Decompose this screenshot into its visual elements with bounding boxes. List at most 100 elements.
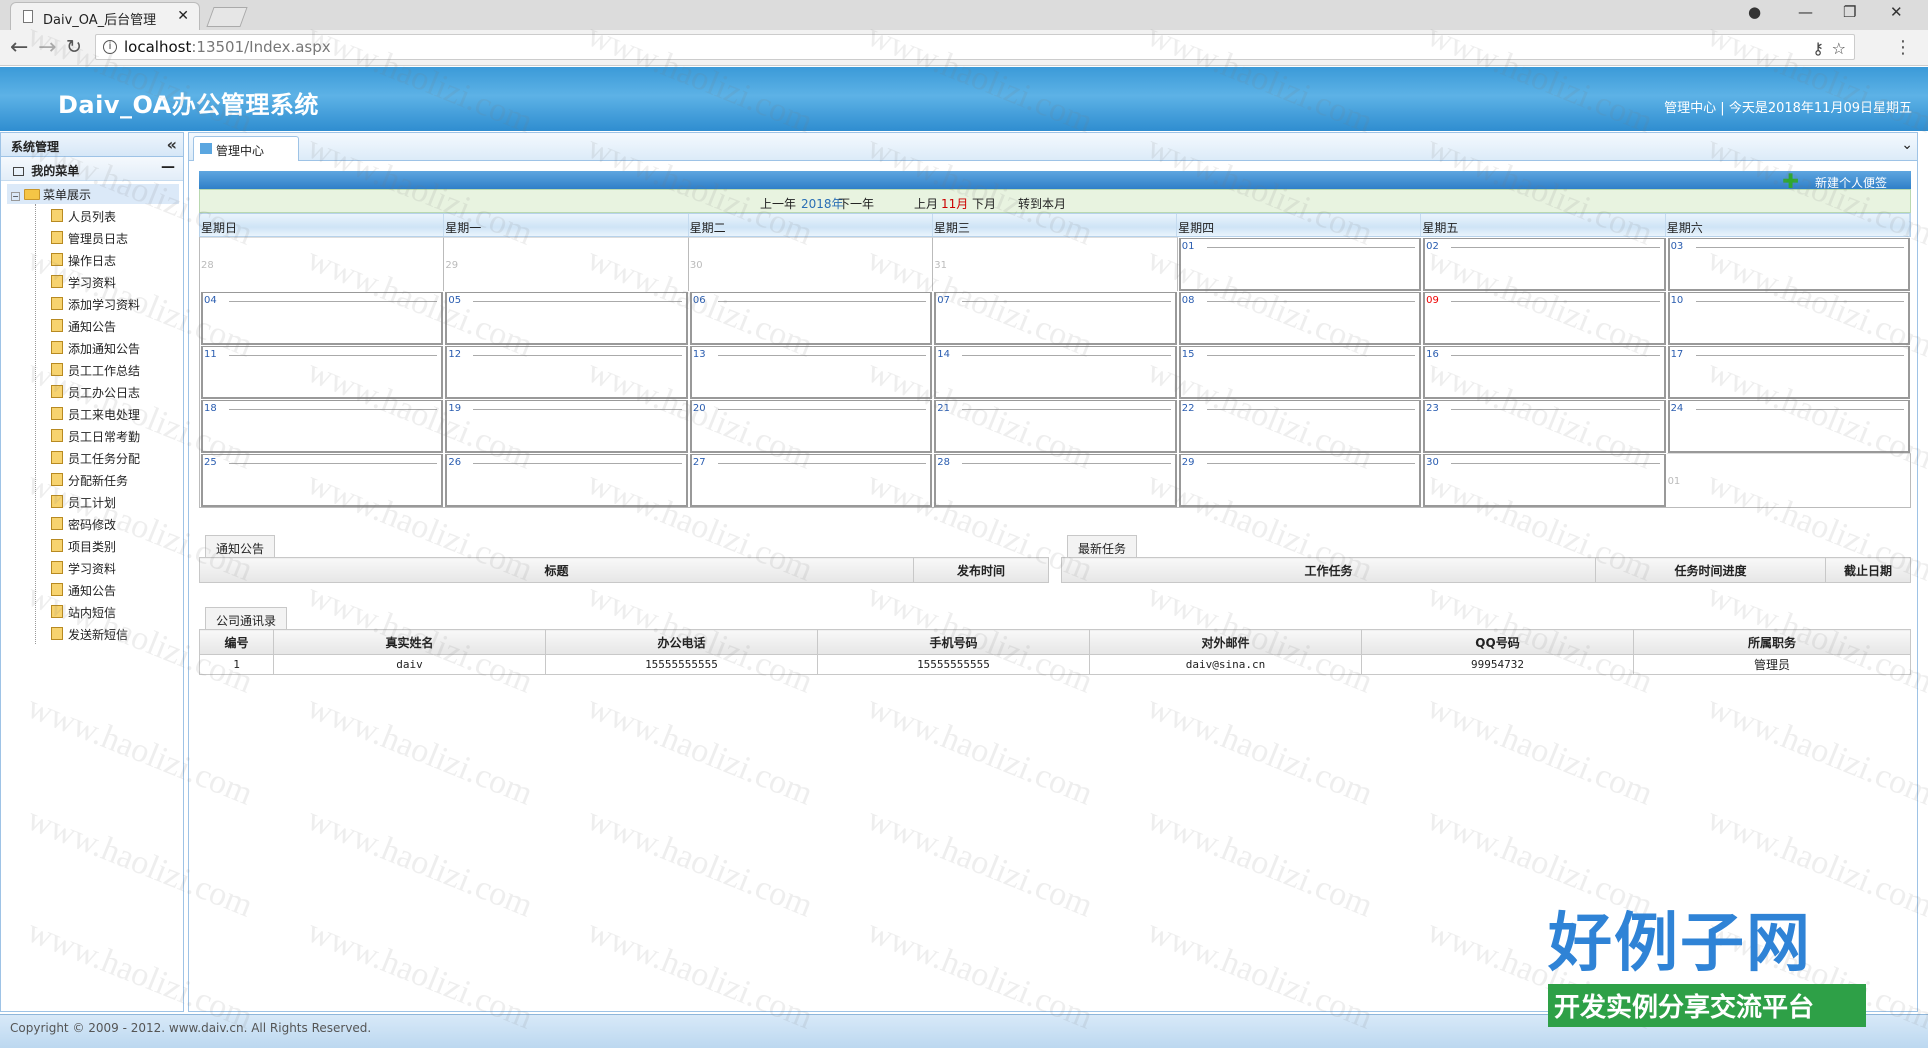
- prev-year-link[interactable]: 上一年: [760, 195, 796, 212]
- calendar-day-cell[interactable]: 20: [689, 400, 933, 453]
- calendar-day-cell[interactable]: 23: [1423, 400, 1666, 453]
- reload-icon[interactable]: ↻: [66, 36, 82, 58]
- star-icon[interactable]: ☆: [1832, 39, 1846, 58]
- forward-icon[interactable]: →: [38, 35, 56, 60]
- sidebar-item[interactable]: 员工计划: [36, 490, 183, 512]
- sidebar-item[interactable]: 分配新任务: [36, 468, 183, 490]
- document-icon: [51, 363, 63, 376]
- calendar-day-cell[interactable]: 30: [1423, 454, 1666, 507]
- calendar-day-cell[interactable]: 24: [1667, 400, 1910, 453]
- calendar-day-cell[interactable]: 13: [689, 346, 933, 399]
- calendar-day-cell[interactable]: 10: [1667, 292, 1910, 345]
- sidebar-item[interactable]: 添加学习资料: [36, 292, 183, 314]
- back-icon[interactable]: ←: [10, 35, 28, 60]
- sidebar-item[interactable]: 员工来电处理: [36, 402, 183, 424]
- day-divider: [473, 355, 682, 356]
- day-number: 24: [1670, 403, 1684, 414]
- calendar-day-cell[interactable]: 02: [1423, 238, 1666, 291]
- calendar-nav: 上一年 2018年 下一年 上月 11月 下月 转到本月: [199, 189, 1911, 213]
- close-tab-icon[interactable]: ✕: [177, 8, 189, 24]
- sidebar-item[interactable]: 通知公告: [36, 578, 183, 600]
- sidebar-item[interactable]: 学习资料: [36, 270, 183, 292]
- sidebar-item[interactable]: 项目类别: [36, 534, 183, 556]
- sidebar-item[interactable]: 学习资料: [36, 556, 183, 578]
- calendar-day-cell[interactable]: 29: [444, 237, 689, 291]
- calendar-day-cell[interactable]: 11: [201, 346, 444, 399]
- calendar-day-cell[interactable]: 04: [201, 292, 444, 345]
- menu-icon[interactable]: ⋮: [1894, 37, 1912, 58]
- document-icon: [51, 341, 63, 354]
- calendar-day-cell[interactable]: 03: [1667, 238, 1910, 291]
- brand-watermark-title: 好例子网: [1548, 907, 1812, 981]
- minimize-icon[interactable]: —: [1798, 3, 1813, 21]
- calendar-day-cell[interactable]: 05: [445, 292, 688, 345]
- goto-current-month-link[interactable]: 转到本月: [1018, 195, 1066, 212]
- document-icon: [51, 539, 63, 552]
- calendar-day-cell[interactable]: 27: [689, 454, 933, 507]
- calendar-day-cell[interactable]: 17: [1667, 346, 1910, 399]
- tree-expander-icon[interactable]: −: [11, 192, 20, 201]
- calendar-day-cell[interactable]: 26: [445, 454, 688, 507]
- calendar-day-cell[interactable]: 07: [934, 292, 1177, 345]
- calendar-day-cell[interactable]: 28: [934, 454, 1177, 507]
- chevron-down-icon[interactable]: ⌄: [1901, 137, 1913, 153]
- prev-month-link[interactable]: 上月: [914, 195, 938, 212]
- browser-tab[interactable]: Daiv_OA_后台管理 ✕: [10, 2, 200, 30]
- page-icon: [23, 10, 33, 23]
- calendar-day-cell[interactable]: 31: [933, 237, 1178, 291]
- notice-table: 标题 发布时间: [199, 557, 1049, 583]
- key-icon[interactable]: ⚷: [1812, 39, 1824, 58]
- contacts-col-id: 编号: [199, 629, 274, 655]
- day-number: 13: [692, 349, 706, 360]
- sidebar-item[interactable]: 员工任务分配: [36, 446, 183, 468]
- tab-latest-tasks[interactable]: 最新任务: [1067, 535, 1138, 557]
- calendar-day-cell[interactable]: 14: [934, 346, 1177, 399]
- info-icon[interactable]: i: [103, 40, 117, 54]
- sidebar-item[interactable]: 添加通知公告: [36, 336, 183, 358]
- tab-admin-center[interactable]: 管理中心: [193, 136, 299, 161]
- sidebar-item[interactable]: 员工办公日志: [36, 380, 183, 402]
- sidebar-item[interactable]: 发送新短信: [36, 622, 183, 644]
- sidebar-item[interactable]: 操作日志: [36, 248, 183, 270]
- url-input[interactable]: i localhost:13501/Index.aspx ⚷ ☆: [95, 34, 1855, 60]
- sidebar-item[interactable]: 员工日常考勤: [36, 424, 183, 446]
- sidebar-item[interactable]: 管理员日志: [36, 226, 183, 248]
- calendar-day-cell[interactable]: 21: [934, 400, 1177, 453]
- calendar-day-cell[interactable]: 06: [689, 292, 933, 345]
- calendar-day-cell[interactable]: 18: [201, 400, 444, 453]
- weekday-label: 星期三: [933, 214, 1178, 236]
- sidebar-item[interactable]: 通知公告: [36, 314, 183, 336]
- calendar-day-cell[interactable]: 30: [688, 237, 934, 291]
- tab-contacts[interactable]: 公司通讯录: [205, 607, 288, 629]
- new-tab-button[interactable]: [206, 7, 248, 27]
- collapse-sidebar-icon[interactable]: «: [167, 135, 177, 154]
- calendar-day-cell[interactable]: 19: [445, 400, 688, 453]
- account-icon[interactable]: ●: [1748, 3, 1761, 21]
- calendar-day-cell[interactable]: 29: [1178, 454, 1422, 507]
- sidebar-item[interactable]: 员工工作总结: [36, 358, 183, 380]
- next-month-link[interactable]: 下月: [972, 195, 996, 212]
- next-year-link[interactable]: 下一年: [838, 195, 874, 212]
- sidebar-item[interactable]: 人员列表: [36, 204, 183, 226]
- calendar-day-cell[interactable]: 09: [1423, 292, 1666, 345]
- day-number: 20: [692, 403, 706, 414]
- tab-admin-center-label: 管理中心: [216, 144, 265, 158]
- close-window-icon[interactable]: ✕: [1890, 3, 1903, 21]
- sidebar-item[interactable]: 密码修改: [36, 512, 183, 534]
- calendar-day-cell[interactable]: 12: [445, 346, 688, 399]
- tab-notice[interactable]: 通知公告: [205, 535, 276, 557]
- calendar-day-cell[interactable]: 16: [1423, 346, 1666, 399]
- calendar-day-cell[interactable]: 28: [200, 237, 445, 291]
- sidebar-section[interactable]: 我的菜单 —: [1, 157, 183, 181]
- calendar-day-cell[interactable]: 22: [1178, 400, 1422, 453]
- sidebar-item[interactable]: 站内短信: [36, 600, 183, 622]
- calendar-day-cell[interactable]: 25: [201, 454, 444, 507]
- calendar-day-cell[interactable]: 01: [1666, 453, 1911, 507]
- calendar-toolbar: ✚ 新建个人便签: [199, 169, 1911, 193]
- tree-root[interactable]: − 菜单展示: [7, 184, 179, 204]
- maximize-icon[interactable]: ❐: [1843, 3, 1856, 21]
- calendar-day-cell[interactable]: 01: [1178, 238, 1422, 291]
- collapse-section-icon[interactable]: —: [161, 159, 175, 175]
- calendar-day-cell[interactable]: 15: [1178, 346, 1422, 399]
- calendar-day-cell[interactable]: 08: [1178, 292, 1422, 345]
